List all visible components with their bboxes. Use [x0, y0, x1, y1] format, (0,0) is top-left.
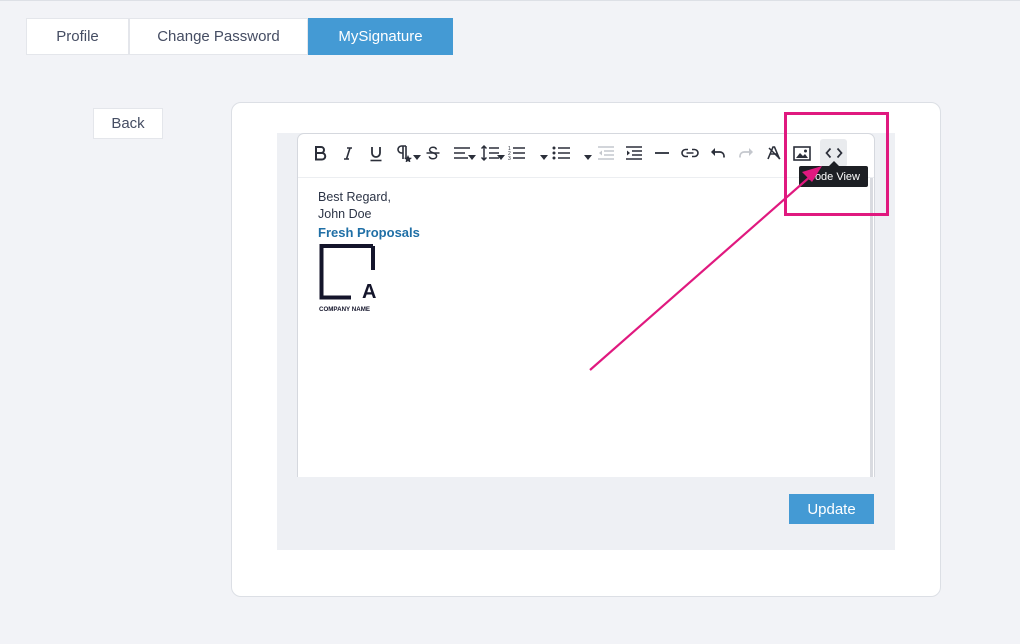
top-divider [0, 0, 1020, 1]
signature-company: Fresh Proposals [318, 225, 420, 240]
update-button[interactable]: Update [789, 494, 874, 524]
align-icon[interactable] [451, 139, 473, 167]
annotation-highlight-box [784, 112, 889, 216]
logo-letter: A [362, 281, 376, 303]
caret-icon [497, 155, 505, 160]
link-icon[interactable] [679, 139, 701, 167]
underline-icon[interactable] [365, 139, 387, 167]
paragraph-style-icon[interactable] [393, 139, 417, 167]
tab-change-password[interactable]: Change Password [129, 18, 308, 55]
indent-icon[interactable] [623, 139, 645, 167]
italic-icon[interactable] [338, 139, 358, 167]
caret-icon [468, 155, 476, 160]
signature-name: John Doe [318, 207, 372, 221]
outdent-icon[interactable] [595, 139, 617, 167]
bold-icon[interactable] [310, 139, 330, 167]
line-height-icon[interactable] [479, 139, 501, 167]
tab-mysignature[interactable]: MySignature [308, 18, 453, 55]
tab-profile[interactable]: Profile [26, 18, 129, 55]
remove-format-icon[interactable] [763, 139, 785, 167]
unordered-list-icon[interactable] [550, 139, 572, 167]
ordered-list-icon[interactable]: 123 [506, 139, 528, 167]
horizontal-rule-icon[interactable] [651, 139, 673, 167]
strikethrough-icon[interactable] [422, 139, 444, 167]
signature-greeting: Best Regard, [318, 190, 391, 204]
editor-scrollbar[interactable] [870, 178, 873, 477]
back-button[interactable]: Back [93, 108, 163, 139]
signature-content[interactable]: Best Regard, John Doe Fresh Proposals [318, 189, 420, 241]
redo-icon[interactable] [735, 139, 757, 167]
svg-text:3: 3 [508, 156, 511, 161]
undo-icon[interactable] [707, 139, 729, 167]
caret-icon [584, 155, 592, 160]
caret-icon [540, 155, 548, 160]
company-logo: A COMPANY NAME [319, 244, 383, 319]
caret-icon [413, 155, 421, 160]
logo-caption: COMPANY NAME [319, 306, 370, 313]
